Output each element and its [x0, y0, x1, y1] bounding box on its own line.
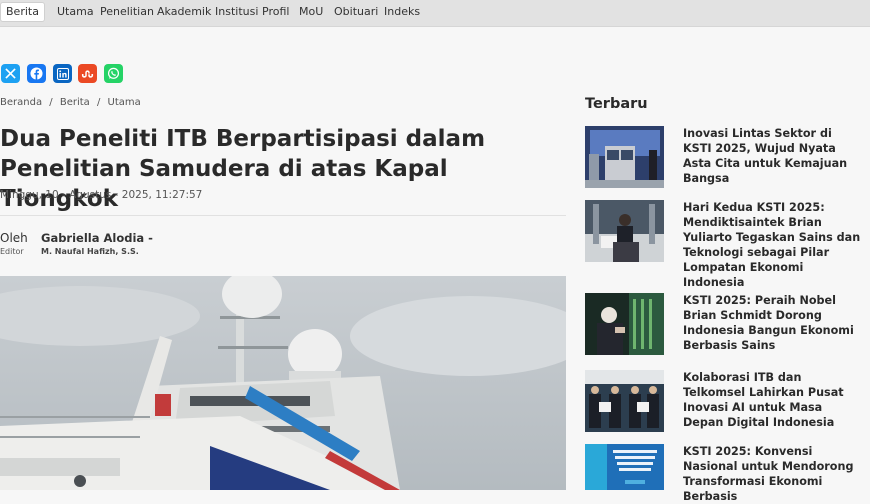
news-thumbnail[interactable] [585, 200, 664, 262]
nav-item-penelitian[interactable]: Penelitian [100, 3, 154, 21]
news-thumbnail[interactable] [585, 126, 664, 188]
news-thumbnail[interactable] [585, 444, 664, 490]
breadcrumb-separator: / [49, 97, 53, 108]
nav-item-obituari[interactable]: Obituari [334, 3, 378, 21]
editor-name: M. Naufal Hafizh, S.S. [41, 247, 139, 256]
whatsapp-icon[interactable] [104, 64, 123, 83]
author-name: Gabriella Alodia - [41, 231, 153, 245]
news-title[interactable]: Hari Kedua KSTI 2025: Mendiktisaintek Br… [683, 200, 863, 290]
news-title[interactable]: KSTI 2025: Konvensi Nasional untuk Mendo… [683, 444, 863, 504]
breadcrumb-utama[interactable]: Utama [108, 97, 141, 108]
sidebar-title: Terbaru [585, 96, 648, 112]
nav-item-institusi[interactable]: Institusi [215, 3, 258, 21]
top-nav: Berita Utama Penelitian Akademik Institu… [0, 0, 870, 27]
news-title[interactable]: Kolaborasi ITB dan Telkomsel Lahirkan Pu… [683, 370, 863, 430]
nav-item-utama[interactable]: Utama [57, 3, 94, 21]
nav-item-mou[interactable]: MoU [299, 3, 323, 21]
news-thumbnail[interactable] [585, 370, 664, 432]
nav-item-profil[interactable]: Profil [262, 3, 289, 21]
editor-label: Editor [0, 247, 24, 256]
divider [0, 215, 566, 216]
x-icon[interactable] [1, 64, 20, 83]
nav-item-berita[interactable]: Berita [1, 3, 44, 21]
article-hero-image [0, 276, 566, 490]
breadcrumb-separator: / [96, 97, 101, 108]
article-date: Minggu, 10 - Agustus - 2025, 11:27:57 [0, 189, 203, 201]
linkedin-icon[interactable] [53, 64, 72, 83]
breadcrumb-beranda[interactable]: Beranda [0, 97, 42, 108]
nav-item-indeks[interactable]: Indeks [384, 3, 420, 21]
news-title[interactable]: KSTI 2025: Peraih Nobel Brian Schmidt Do… [683, 293, 863, 353]
stumbleupon-icon[interactable] [78, 64, 97, 83]
breadcrumb-berita[interactable]: Berita [60, 97, 90, 108]
news-title[interactable]: Inovasi Lintas Sektor di KSTI 2025, Wuju… [683, 126, 863, 186]
breadcrumb: Beranda / Berita / Utama [0, 97, 145, 108]
news-thumbnail[interactable] [585, 293, 664, 355]
author-label: Oleh [0, 231, 28, 245]
nav-item-akademik[interactable]: Akademik [157, 3, 211, 21]
facebook-icon[interactable] [27, 64, 46, 83]
